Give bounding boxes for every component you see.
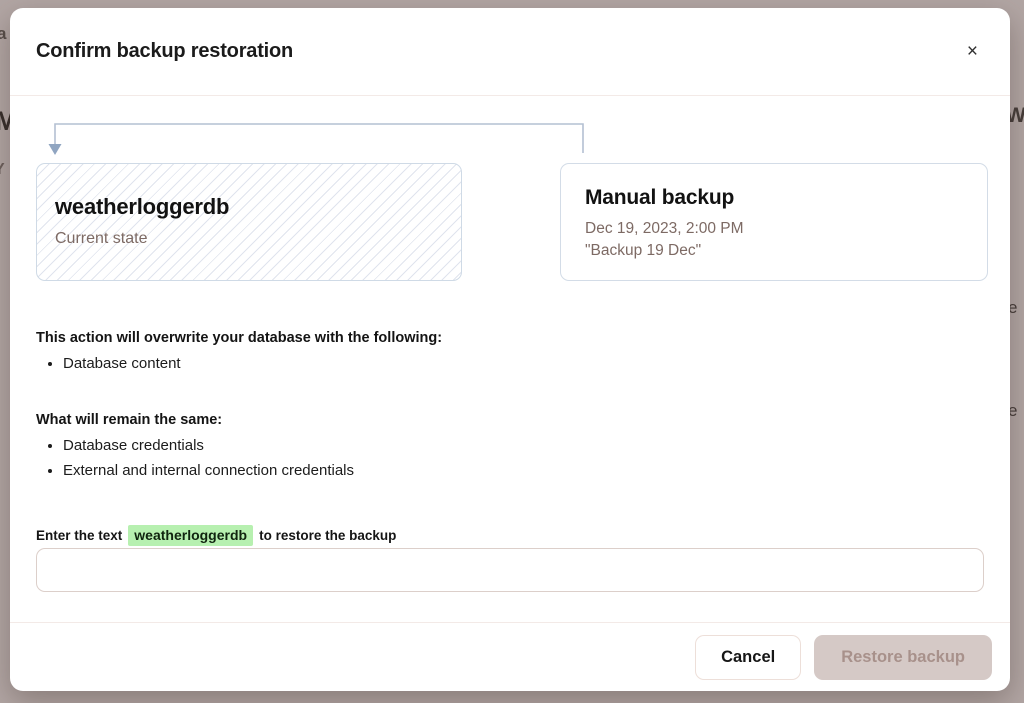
confirm-backup-restoration-dialog: Confirm backup restoration × weatherlogg… — [10, 8, 1010, 691]
label-prefix: Enter the text — [36, 528, 122, 543]
overwrite-list: Database content — [36, 355, 984, 372]
restore-direction-arrow-icon — [36, 115, 596, 163]
dialog-title: Confirm backup restoration — [36, 40, 293, 63]
label-suffix: to restore the backup — [259, 528, 396, 543]
cancel-button[interactable]: Cancel — [695, 635, 801, 680]
backdrop-text-fragment: a — [0, 24, 6, 44]
dialog-body-text: This action will overwrite your database… — [36, 330, 984, 487]
backup-timestamp: Dec 19, 2023, 2:00 PM — [585, 220, 963, 238]
confirm-input-label: Enter the text weatherloggerdb to restor… — [36, 525, 396, 546]
confirm-database-name-input[interactable] — [36, 548, 984, 592]
list-item: Database content — [63, 355, 984, 372]
database-caption: Current state — [55, 230, 441, 248]
backup-label: "Backup 19 Dec" — [585, 242, 963, 260]
close-icon[interactable]: × — [961, 36, 984, 67]
list-item: Database credentials — [63, 437, 984, 454]
footer-buttons: Cancel Restore backup — [695, 635, 992, 680]
dialog-header: Confirm backup restoration × — [10, 8, 1010, 96]
restore-backup-button[interactable]: Restore backup — [814, 635, 992, 680]
manual-backup-card: Manual backup Dec 19, 2023, 2:00 PM "Bac… — [560, 163, 988, 281]
database-name-token: weatherloggerdb — [128, 525, 253, 546]
current-database-card: weatherloggerdb Current state — [36, 163, 462, 281]
list-item: External and internal connection credent… — [63, 462, 984, 479]
backup-title: Manual backup — [585, 186, 963, 210]
remain-heading: What will remain the same: — [36, 412, 984, 428]
remain-list: Database credentials External and intern… — [36, 437, 984, 479]
overwrite-heading: This action will overwrite your database… — [36, 330, 984, 346]
database-name: weatherloggerdb — [55, 194, 441, 220]
footer-divider — [10, 622, 1010, 623]
backdrop-text-fragment: Y — [0, 161, 5, 179]
